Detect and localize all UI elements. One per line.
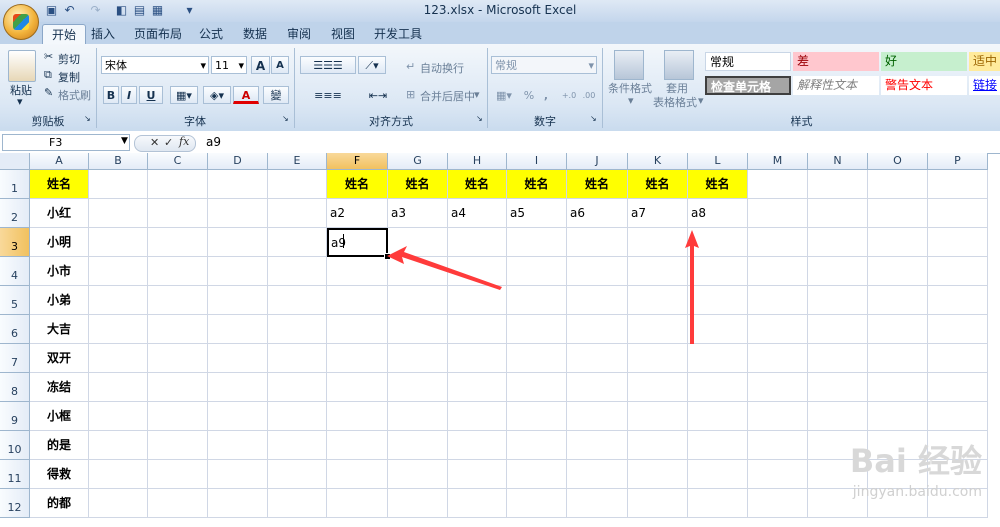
watermark-url: jingyan.baidu.com <box>852 484 982 500</box>
arrow-to-f3-icon <box>387 246 502 290</box>
arrow-up-shape <box>685 230 699 344</box>
arrow-left-shape <box>387 246 502 290</box>
arrow-to-l2-icon <box>685 230 699 344</box>
watermark-brand: Bai 经验 <box>849 442 982 480</box>
office-logo-icon <box>13 14 29 30</box>
office-button[interactable] <box>3 4 39 40</box>
